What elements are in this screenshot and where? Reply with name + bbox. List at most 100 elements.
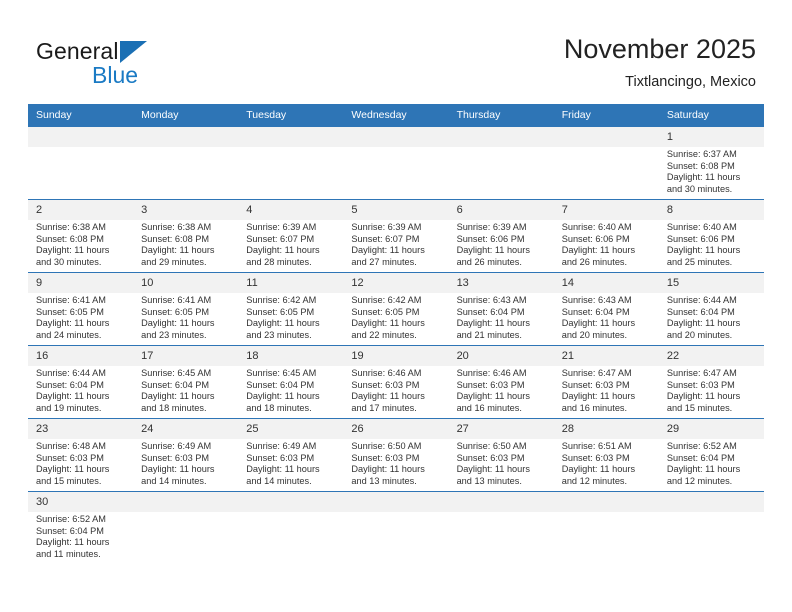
- calendar-day-cell[interactable]: 6 Sunrise: 6:39 AM Sunset: 6:06 PM Daylight…: [448, 199, 554, 273]
- day-number: 30: [28, 492, 134, 512]
- day-sun-info: Sunrise: 6:43 AM Sunset: 6:04 PM Daylight:…: [449, 293, 554, 341]
- day-number: 15: [658, 273, 764, 293]
- calendar-table: Sunday Monday Tuesday Wednesday Thursday…: [28, 104, 764, 564]
- daylight-text: Daylight: 11 hours and 12 minutes.: [561, 464, 636, 486]
- calendar-week-row: 16 Sunrise: 6:44 AM Sunset: 6:04 PM Dayligh…: [28, 345, 764, 419]
- day-sun-info: Sunrise: 6:50 AM Sunset: 6:03 PM Daylight:…: [449, 439, 554, 487]
- sunrise-text: Sunrise: 6:52 AM: [666, 441, 737, 451]
- day-sun-info: Sunrise: 6:47 AM Sunset: 6:03 PM Daylight:…: [554, 366, 659, 414]
- calendar-day-cell[interactable]: 13 Sunrise: 6:43 AM Sunset: 6:04 PM Dayligh…: [448, 272, 554, 346]
- daylight-text: Daylight: 11 hours and 26 minutes.: [456, 245, 530, 267]
- calendar-empty-cell: [238, 491, 344, 564]
- calendar-day-cell[interactable]: 25 Sunrise: 6:49 AM Sunset: 6:03 PM Dayligh…: [238, 418, 344, 492]
- calendar-day-cell[interactable]: 7 Sunrise: 6:40 AM Sunset: 6:06 PM Daylight…: [553, 199, 659, 273]
- sunset-text: Sunset: 6:04 PM: [36, 525, 104, 536]
- sunrise-text: Sunrise: 6:39 AM: [246, 222, 317, 232]
- sunset-text: Sunset: 6:07 PM: [246, 233, 315, 244]
- general-blue-logo[interactable]: General Blue: [36, 38, 256, 94]
- logo-text-blue: Blue: [92, 62, 139, 88]
- daylight-text: Daylight: 11 hours and 12 minutes.: [666, 464, 741, 486]
- calendar-day-cell[interactable]: 12 Sunrise: 6:42 AM Sunset: 6:05 PM Dayligh…: [343, 272, 449, 346]
- daylight-text: Daylight: 11 hours and 22 minutes.: [351, 318, 425, 340]
- day-sun-info: Sunrise: 6:47 AM Sunset: 6:03 PM Daylight:…: [659, 366, 764, 414]
- calendar-day-cell[interactable]: 10 Sunrise: 6:41 AM Sunset: 6:05 PM Dayligh…: [133, 272, 239, 346]
- sunrise-text: Sunrise: 6:39 AM: [351, 222, 422, 232]
- day-number: [658, 492, 764, 512]
- day-number: 19: [343, 346, 449, 366]
- calendar-body: 1 Sunrise: 6:37 AM Sunset: 6:08 PM Daylight…: [28, 126, 764, 564]
- daylight-text: Daylight: 11 hours and 18 minutes.: [246, 391, 320, 413]
- day-sun-info: Sunrise: 6:46 AM Sunset: 6:03 PM Daylight:…: [449, 366, 554, 414]
- calendar-day-cell[interactable]: 3 Sunrise: 6:38 AM Sunset: 6:08 PM Daylight…: [133, 199, 239, 273]
- calendar-day-cell[interactable]: 21 Sunrise: 6:47 AM Sunset: 6:03 PM Dayligh…: [553, 345, 659, 419]
- day-sun-info: Sunrise: 6:49 AM Sunset: 6:03 PM Daylight:…: [238, 439, 343, 487]
- calendar-empty-cell: [343, 491, 449, 564]
- daylight-text: Daylight: 11 hours and 17 minutes.: [351, 391, 425, 413]
- day-number: 17: [133, 346, 239, 366]
- day-number: 21: [553, 346, 659, 366]
- calendar-day-cell[interactable]: 11 Sunrise: 6:42 AM Sunset: 6:05 PM Dayligh…: [238, 272, 344, 346]
- calendar-day-cell[interactable]: 20 Sunrise: 6:46 AM Sunset: 6:03 PM Dayligh…: [448, 345, 554, 419]
- daylight-text: Daylight: 11 hours and 20 minutes.: [666, 318, 741, 340]
- sunset-text: Sunset: 6:03 PM: [351, 379, 420, 390]
- day-number: 7: [553, 200, 659, 220]
- calendar-day-cell[interactable]: 1 Sunrise: 6:37 AM Sunset: 6:08 PM Daylight…: [658, 126, 764, 200]
- calendar-day-cell[interactable]: 4 Sunrise: 6:39 AM Sunset: 6:07 PM Daylight…: [238, 199, 344, 273]
- day-number: 16: [28, 346, 134, 366]
- day-sun-info: Sunrise: 6:50 AM Sunset: 6:03 PM Daylight:…: [343, 439, 448, 487]
- sunrise-text: Sunrise: 6:40 AM: [666, 222, 737, 232]
- day-number: [238, 127, 344, 147]
- day-number: [553, 492, 659, 512]
- calendar-day-cell[interactable]: 24 Sunrise: 6:49 AM Sunset: 6:03 PM Dayligh…: [133, 418, 239, 492]
- day-number: 6: [448, 200, 554, 220]
- calendar-day-cell[interactable]: 8 Sunrise: 6:40 AM Sunset: 6:06 PM Daylight…: [658, 199, 764, 273]
- day-number: [343, 492, 449, 512]
- calendar-day-cell[interactable]: 26 Sunrise: 6:50 AM Sunset: 6:03 PM Dayligh…: [343, 418, 449, 492]
- calendar-day-cell[interactable]: 28 Sunrise: 6:51 AM Sunset: 6:03 PM Dayligh…: [553, 418, 659, 492]
- calendar-page: General Blue November 2025 Tixtlancingo,…: [0, 0, 792, 612]
- calendar-day-cell[interactable]: 30 Sunrise: 6:52 AM Sunset: 6:04 PM Dayligh…: [28, 491, 134, 564]
- day-sun-info: Sunrise: 6:38 AM Sunset: 6:08 PM Daylight:…: [28, 220, 133, 268]
- daylight-text: Daylight: 11 hours and 23 minutes.: [246, 318, 320, 340]
- calendar-day-cell[interactable]: 23 Sunrise: 6:48 AM Sunset: 6:03 PM Dayligh…: [28, 418, 134, 492]
- calendar-day-cell[interactable]: 16 Sunrise: 6:44 AM Sunset: 6:04 PM Dayligh…: [28, 345, 134, 419]
- calendar-day-cell[interactable]: 22 Sunrise: 6:47 AM Sunset: 6:03 PM Dayligh…: [658, 345, 764, 419]
- daylight-text: Daylight: 11 hours and 27 minutes.: [351, 245, 425, 267]
- daylight-text: Daylight: 11 hours and 13 minutes.: [351, 464, 425, 486]
- day-number: [238, 492, 344, 512]
- day-number: 20: [448, 346, 554, 366]
- calendar-day-cell[interactable]: 19 Sunrise: 6:46 AM Sunset: 6:03 PM Dayligh…: [343, 345, 449, 419]
- sunrise-text: Sunrise: 6:51 AM: [561, 441, 632, 451]
- sunset-text: Sunset: 6:08 PM: [141, 233, 210, 244]
- sunset-text: Sunset: 6:04 PM: [666, 306, 735, 317]
- day-sun-info: Sunrise: 6:51 AM Sunset: 6:03 PM Daylight:…: [554, 439, 659, 487]
- calendar-week-row: 23 Sunrise: 6:48 AM Sunset: 6:03 PM Dayligh…: [28, 418, 764, 492]
- day-sun-info: Sunrise: 6:45 AM Sunset: 6:04 PM Daylight:…: [133, 366, 238, 414]
- calendar-day-cell[interactable]: 14 Sunrise: 6:43 AM Sunset: 6:04 PM Dayligh…: [553, 272, 659, 346]
- day-number: [133, 492, 239, 512]
- day-number: 1: [658, 127, 764, 147]
- sunset-text: Sunset: 6:04 PM: [666, 452, 735, 463]
- sunset-text: Sunset: 6:08 PM: [666, 160, 735, 171]
- calendar-day-cell[interactable]: 15 Sunrise: 6:44 AM Sunset: 6:04 PM Dayligh…: [658, 272, 764, 346]
- daylight-text: Daylight: 11 hours and 15 minutes.: [666, 391, 741, 413]
- page-header: General Blue November 2025 Tixtlancingo,…: [0, 0, 792, 100]
- day-number: [553, 127, 659, 147]
- sunrise-text: Sunrise: 6:38 AM: [141, 222, 212, 232]
- sunrise-text: Sunrise: 6:42 AM: [246, 295, 317, 305]
- sunrise-text: Sunrise: 6:41 AM: [141, 295, 212, 305]
- logo-triangle-icon: [120, 41, 147, 63]
- calendar-day-cell[interactable]: 9 Sunrise: 6:41 AM Sunset: 6:05 PM Daylight…: [28, 272, 134, 346]
- day-number: 22: [658, 346, 764, 366]
- sunset-text: Sunset: 6:04 PM: [561, 306, 630, 317]
- daylight-text: Daylight: 11 hours and 13 minutes.: [456, 464, 530, 486]
- daylight-text: Daylight: 11 hours and 29 minutes.: [141, 245, 215, 267]
- calendar-day-cell[interactable]: 18 Sunrise: 6:45 AM Sunset: 6:04 PM Dayligh…: [238, 345, 344, 419]
- calendar-day-cell[interactable]: 2 Sunrise: 6:38 AM Sunset: 6:08 PM Daylight…: [28, 199, 134, 273]
- calendar-empty-cell: [133, 126, 239, 200]
- daylight-text: Daylight: 11 hours and 30 minutes.: [666, 172, 741, 194]
- calendar-day-cell[interactable]: 27 Sunrise: 6:50 AM Sunset: 6:03 PM Dayligh…: [448, 418, 554, 492]
- calendar-day-cell[interactable]: 17 Sunrise: 6:45 AM Sunset: 6:04 PM Dayligh…: [133, 345, 239, 419]
- calendar-day-cell[interactable]: 5 Sunrise: 6:39 AM Sunset: 6:07 PM Daylight…: [343, 199, 449, 273]
- calendar-day-cell[interactable]: 29 Sunrise: 6:52 AM Sunset: 6:04 PM Dayligh…: [658, 418, 764, 492]
